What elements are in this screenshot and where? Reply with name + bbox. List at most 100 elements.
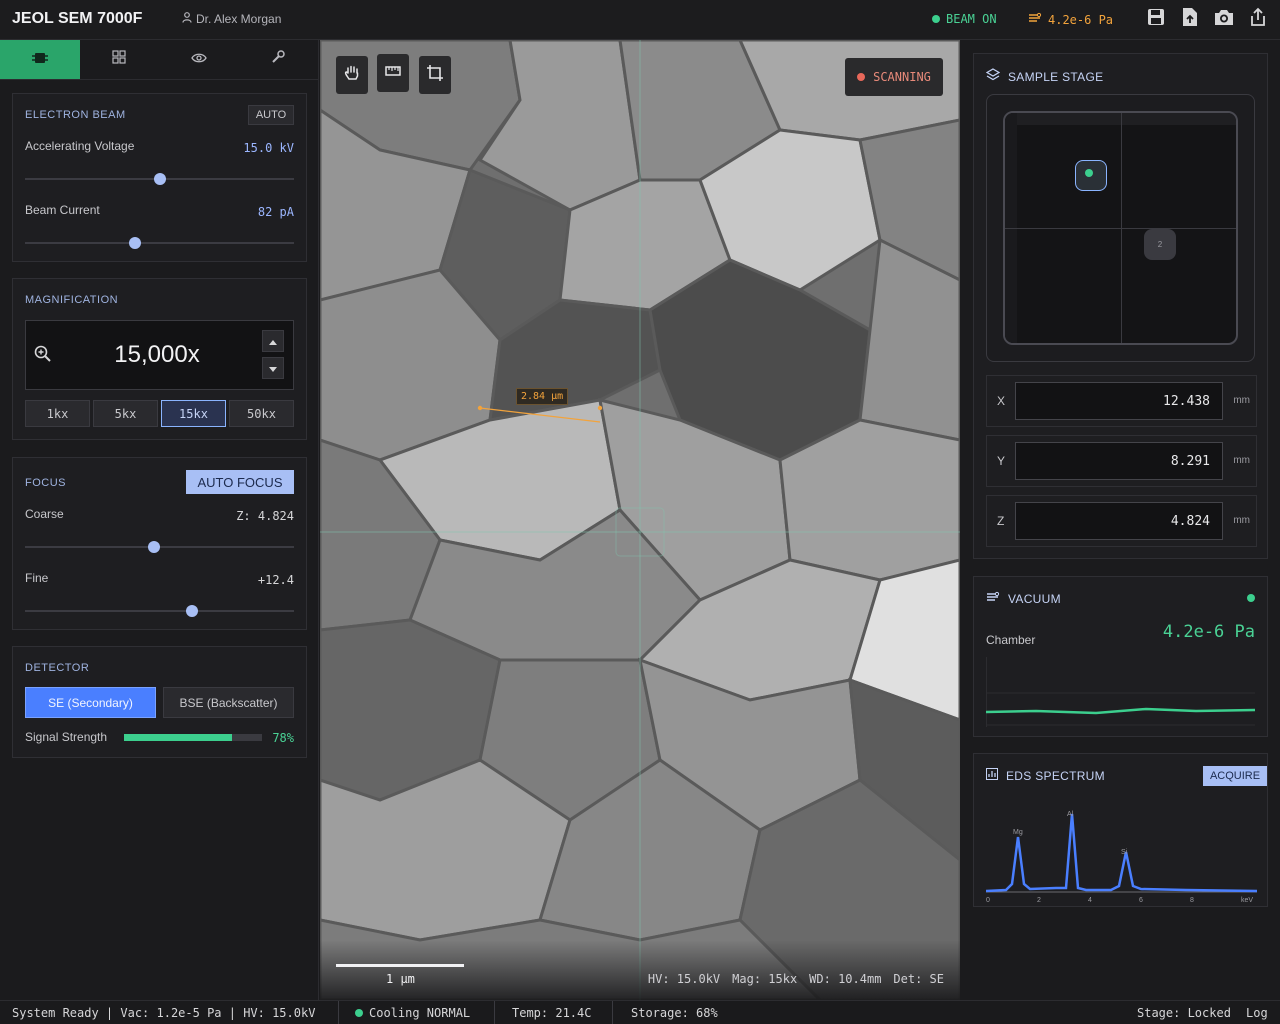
stage-y-input[interactable] xyxy=(1015,442,1223,480)
stage-map[interactable]: 2 xyxy=(1003,111,1238,345)
electron-beam-title: ELECTRON BEAM xyxy=(25,109,126,121)
eds-peak-label-mg: Mg xyxy=(1013,829,1023,836)
header-vacuum-value: 4.2e-6 Pa xyxy=(1048,12,1114,27)
tab-view[interactable] xyxy=(159,40,239,79)
sem-micrograph xyxy=(320,40,960,1000)
info-mag: Mag: 15kx xyxy=(732,972,798,986)
save-icon[interactable] xyxy=(1146,6,1166,28)
user-icon xyxy=(182,12,192,26)
magnification-value: 15,000x xyxy=(114,341,200,368)
vacuum-title: VACUUM xyxy=(1008,591,1061,606)
electron-beam-card: ELECTRON BEAM AUTO Accelerating Voltage … xyxy=(12,93,307,262)
app-title: JEOL SEM 7000F xyxy=(12,10,143,27)
eds-title: EDS SPECTRUM xyxy=(1006,768,1105,783)
user-info[interactable]: Dr. Alex Morgan xyxy=(182,12,281,26)
system-status: System Ready | Vac: 1.2e-5 Pa | HV: 15.0… xyxy=(12,1006,316,1020)
stage-x-input[interactable] xyxy=(1015,382,1223,420)
coarse-value: Z: 4.824 xyxy=(236,509,294,523)
stage-marker-1[interactable] xyxy=(1075,160,1107,191)
tab-beam[interactable] xyxy=(0,40,80,79)
header-bar: JEOL SEM 7000F Dr. Alex Morgan BEAM ON 4… xyxy=(0,0,1280,40)
scanning-status: SCANNING xyxy=(845,58,943,96)
share-icon[interactable] xyxy=(1248,6,1268,28)
wrench-icon xyxy=(271,50,285,69)
detector-card: DETECTOR SE (Secondary) BSE (Backscatter… xyxy=(12,646,307,758)
eds-tick: 4 xyxy=(1088,897,1092,904)
current-value: 82 pA xyxy=(257,205,294,219)
magnification-preset-button[interactable]: 1kx xyxy=(25,400,90,427)
ruler-tool-button[interactable] xyxy=(377,54,409,92)
eds-spectrum-chart: Mg Al Si 0 2 4 6 8 keV xyxy=(986,811,1257,904)
fine-value: +12.4 xyxy=(257,573,294,587)
log-link[interactable]: Log xyxy=(1246,1006,1268,1020)
auto-focus-button[interactable]: AUTO FOCUS xyxy=(186,470,294,494)
scanning-label: SCANNING xyxy=(873,70,931,84)
acquire-button[interactable]: ACQUIRE xyxy=(1203,766,1267,786)
cooling-status: Cooling NORMAL xyxy=(369,1006,471,1020)
magnification-preset-button[interactable]: 50kx xyxy=(229,400,294,427)
caret-up-icon xyxy=(269,332,277,350)
caret-down-icon xyxy=(269,359,277,377)
ruler-icon xyxy=(385,64,401,82)
signal-strength-bar xyxy=(124,734,262,741)
eds-tick: 0 xyxy=(986,897,990,904)
fine-slider[interactable] xyxy=(25,605,294,617)
beam-status: BEAM ON xyxy=(932,12,997,26)
focus-card: FOCUS AUTO FOCUS Coarse Z: 4.824 Fine +1… xyxy=(12,457,307,630)
magnification-card: MAGNIFICATION 15,000x 1kx 5kx 15kx 50kx xyxy=(12,278,307,440)
sem-image-viewer[interactable]: SCANNING 2.84 µm 1 µm HV: 15.0kV Mag: 15… xyxy=(320,40,960,1000)
magnification-preset-button[interactable]: 5kx xyxy=(93,400,158,427)
info-wd: WD: 10.4mm xyxy=(809,972,882,986)
panel-tabs xyxy=(0,40,318,80)
hand-icon xyxy=(343,64,361,87)
eye-icon xyxy=(190,51,207,69)
scale-bar-label: 1 µm xyxy=(386,972,415,986)
current-slider[interactable] xyxy=(25,237,294,249)
magnification-preset-button[interactable]: 15kx xyxy=(161,400,226,427)
tab-layout[interactable] xyxy=(80,40,160,79)
info-det: Det: SE xyxy=(893,972,944,986)
magnification-down-button[interactable] xyxy=(262,357,284,379)
storage-status: Storage: 68% xyxy=(631,1006,718,1020)
chamber-label: Chamber xyxy=(986,633,1036,647)
eds-tick: keV xyxy=(1241,897,1253,904)
temperature-status: Temp: 21.4C xyxy=(512,1006,592,1020)
coarse-slider-knob[interactable] xyxy=(148,541,161,553)
coarse-slider[interactable] xyxy=(25,541,294,553)
bar-chart-icon xyxy=(986,768,998,783)
measurement-label: 2.84 µm xyxy=(516,388,569,405)
stage-z-row: Z mm xyxy=(986,495,1257,547)
bse-detector-button[interactable]: BSE (Backscatter) xyxy=(163,687,294,718)
stage-marker-2[interactable]: 2 xyxy=(1144,229,1176,260)
voltage-slider-knob[interactable] xyxy=(153,173,166,185)
voltage-label: Accelerating Voltage xyxy=(25,139,135,153)
fine-label: Fine xyxy=(25,571,49,585)
x-axis-label: X xyxy=(997,394,1006,408)
voltage-slider[interactable] xyxy=(25,173,294,185)
pan-tool-button[interactable] xyxy=(336,56,368,94)
fine-slider-knob[interactable] xyxy=(185,605,198,617)
layers-icon xyxy=(985,68,1001,85)
vacuum-trend-chart xyxy=(986,657,1255,727)
info-hv: HV: 15.0kV xyxy=(647,972,721,986)
signal-strength-fill xyxy=(124,734,232,741)
beam-tab-icon xyxy=(31,51,48,69)
scale-bar xyxy=(336,964,464,967)
current-slider-knob[interactable] xyxy=(129,237,142,249)
beam-status-dot xyxy=(932,15,940,23)
eds-peak-label-al: Al xyxy=(1067,811,1074,818)
voltage-value: 15.0 kV xyxy=(243,141,294,155)
stage-z-input[interactable] xyxy=(1015,502,1223,540)
crop-tool-button[interactable] xyxy=(419,56,451,94)
eds-header: EDS SPECTRUM xyxy=(986,768,1105,783)
beam-auto-button[interactable]: AUTO xyxy=(248,105,294,125)
y-unit: mm xyxy=(1233,455,1250,466)
tab-tools[interactable] xyxy=(239,40,319,79)
camera-icon[interactable] xyxy=(1214,6,1234,28)
eds-card: EDS SPECTRUM ACQUIRE Mg Al Si 0 2 4 6 8 … xyxy=(973,753,1268,907)
upload-icon[interactable] xyxy=(1180,6,1200,28)
se-detector-button[interactable]: SE (Secondary) xyxy=(25,687,156,718)
viewer-footer-shade xyxy=(320,940,960,1000)
signal-value: 78% xyxy=(272,731,294,745)
magnification-up-button[interactable] xyxy=(262,330,284,352)
